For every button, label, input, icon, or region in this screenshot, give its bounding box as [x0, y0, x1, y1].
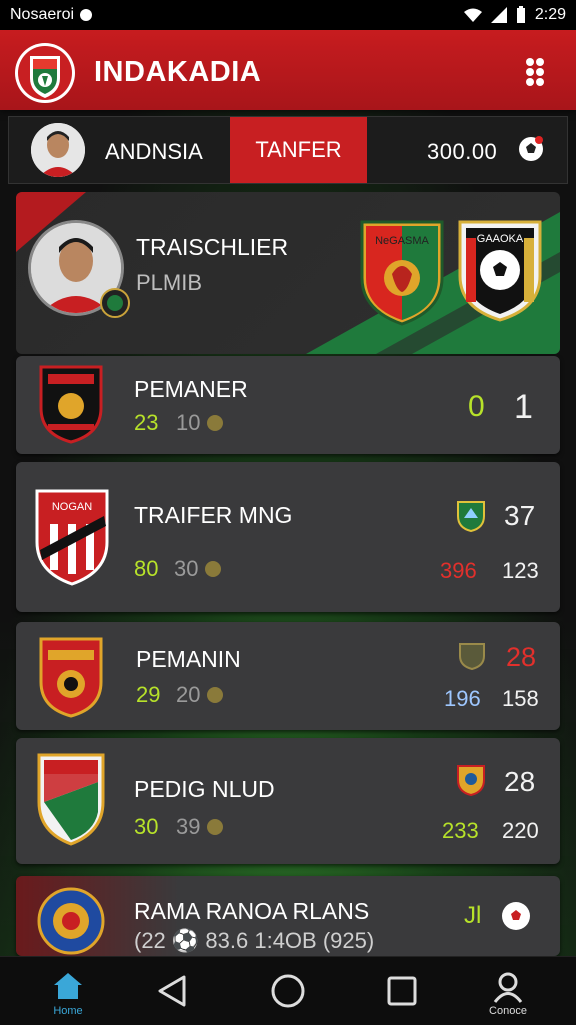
row-stat-a: 30: [134, 814, 159, 839]
row-num-bottom-left: 396: [440, 558, 477, 583]
status-time: 2:29: [534, 6, 566, 23]
nav-home-button[interactable]: [248, 965, 328, 1021]
club-crest-2-icon: GAAOKA: [458, 220, 542, 322]
club-crest-icon: [37, 887, 105, 955]
row-stat-b: 39: [176, 814, 201, 839]
row-num-top: 28: [506, 642, 537, 672]
bottom-nav-bar: Home Conoce: [0, 956, 576, 1025]
row-stat-a: 29: [136, 682, 161, 707]
nav-home-label: Home: [53, 1005, 83, 1017]
notification-icon: [80, 9, 93, 21]
battery-icon: [516, 6, 525, 23]
club-crest-icon: NeGASMA: [360, 220, 444, 326]
club-crest-icon: [39, 365, 103, 444]
row-name: PEMANER: [134, 376, 248, 402]
more-options-icon[interactable]: [524, 56, 546, 88]
row-num-bottom-left: 233: [442, 818, 479, 843]
wifi-icon: [463, 8, 482, 22]
shield-icon: [459, 643, 485, 670]
nav-back[interactable]: [132, 965, 212, 1021]
club-crest-2-text: GAAOKA: [477, 233, 524, 245]
row-stat-b: 20: [176, 682, 201, 707]
row-name: PEMANIN: [136, 646, 241, 672]
app-bar: INDAKADIA: [0, 30, 576, 110]
circle-home-icon: [271, 974, 305, 1008]
home-icon: [54, 973, 82, 999]
top-tab-bar: ANDNSIA TANFER 300.00: [8, 116, 568, 184]
shield-icon: [457, 765, 485, 796]
nav-account[interactable]: Conoce: [468, 965, 548, 1021]
app-title: INDAKADIA: [94, 56, 262, 88]
row-num-bottom-right: 123: [502, 558, 539, 583]
nav-home[interactable]: Home: [28, 965, 108, 1021]
row-stat-a: 23: [134, 410, 159, 435]
nav-account-label: Conoce: [489, 1005, 527, 1017]
list-item[interactable]: RAMA RANOA RLANS (22 ⚽ 83.6 1:4ОВ (925) …: [16, 876, 560, 956]
user-icon: [493, 972, 523, 1003]
signal-icon: [490, 7, 507, 23]
row-stat-line: (22 ⚽ 83.6 1:4ОВ (925): [134, 928, 375, 953]
tab-transfer-label: TANFER: [255, 137, 342, 162]
club-crest-icon: NOGAN: [35, 489, 109, 586]
featured-player-sub: PLMIB: [136, 270, 203, 295]
club-crest-icon: [39, 637, 103, 718]
list-item[interactable]: NOGAN TRAIFER MNG 80 30 37 396 123: [16, 462, 560, 612]
row-num-top: 28: [504, 766, 536, 797]
recents-icon: [387, 976, 417, 1006]
row-num-top: Jl: [464, 902, 482, 929]
row-name: RAMA RANOA RLANS: [134, 898, 370, 924]
featured-player-name: TRAISCHLIER: [136, 234, 289, 260]
app-logo[interactable]: [14, 42, 76, 104]
back-icon: [158, 975, 186, 1007]
row-stat-b: 30: [174, 556, 199, 581]
row-num-bottom-right: 220: [502, 818, 539, 843]
shield-icon: [457, 501, 485, 532]
nav-recents[interactable]: [362, 965, 442, 1021]
row-crest-text: NOGAN: [52, 501, 92, 513]
row-name: TRAIFER MNG: [134, 502, 293, 528]
list-item[interactable]: PEMANER 23 10 0 1: [16, 356, 560, 454]
row-stat-b: 10: [176, 410, 201, 435]
football-icon: [502, 902, 530, 930]
tab-transfer[interactable]: TANFER: [230, 117, 367, 183]
score-left: 0: [468, 390, 485, 423]
tab-team[interactable]: ANDNSIA: [105, 139, 203, 165]
row-num-bottom-right: 158: [502, 686, 539, 711]
featured-player-card[interactable]: TRAISCHLIER PLMIB NeGASMA GAAOKA: [16, 192, 560, 354]
trophy-icon: [207, 687, 223, 703]
trophy-icon: [207, 415, 223, 431]
player-badge-icon: [100, 288, 130, 318]
list-item[interactable]: PEMANIN 29 20 28 196 158: [16, 622, 560, 730]
trophy-icon: [205, 561, 221, 577]
football-icon[interactable]: [517, 135, 545, 163]
row-stat-a: 80: [134, 556, 159, 581]
club-crest-text: NeGASMA: [375, 235, 429, 247]
balance-value: 300.00: [427, 139, 498, 164]
score-right: 1: [514, 388, 533, 426]
user-avatar[interactable]: [31, 123, 85, 177]
row-name: PEDIG NLUD: [134, 776, 275, 802]
status-bar: Nosaeroi 2:29: [0, 0, 576, 30]
list-item[interactable]: PEDIG NLUD 30 39 28 233 220: [16, 738, 560, 864]
row-num-bottom-left: 196: [444, 686, 481, 711]
club-crest-icon: [37, 753, 105, 846]
trophy-icon: [207, 819, 223, 835]
status-left-text: Nosaeroi: [10, 6, 75, 23]
row-num-top: 37: [504, 500, 536, 531]
